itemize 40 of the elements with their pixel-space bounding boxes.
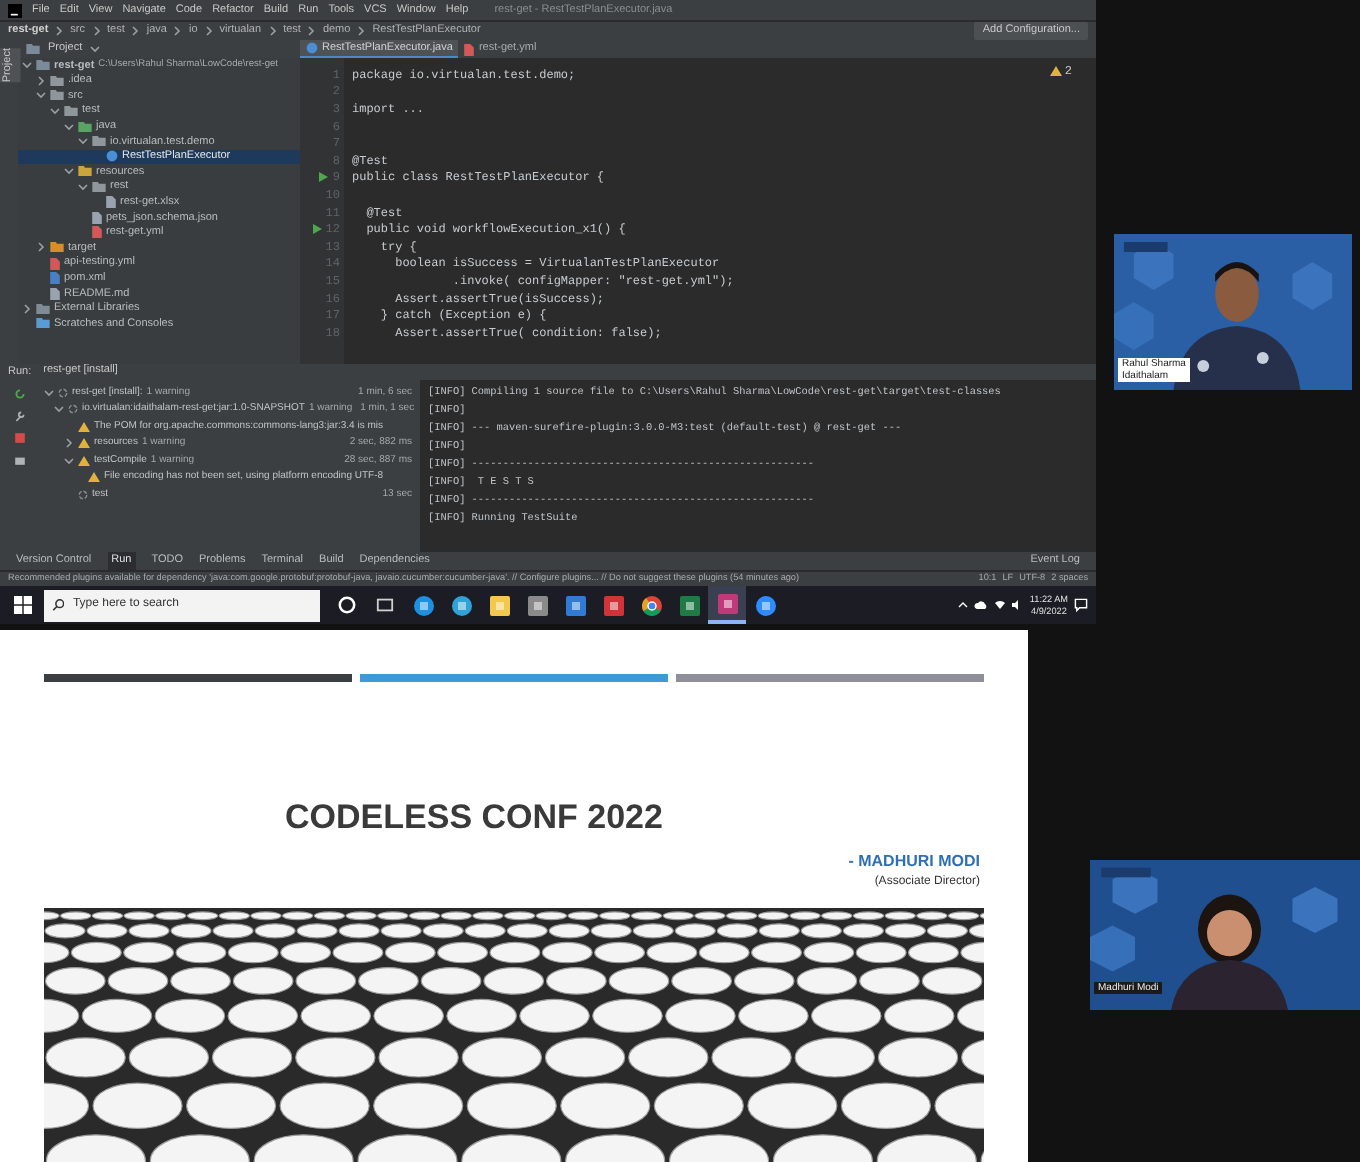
chevron-down-icon[interactable] — [22, 60, 32, 71]
speaker-name: - MADHURI MODI — [848, 850, 980, 874]
stop-icon[interactable] — [14, 432, 26, 444]
speaker-icon[interactable] — [1011, 600, 1024, 610]
separator-icon[interactable] — [306, 26, 317, 36]
wrench-icon[interactable] — [14, 410, 26, 422]
warning-icon — [1050, 66, 1063, 76]
class-icon — [306, 42, 318, 54]
class-icon — [106, 150, 118, 163]
separator-icon[interactable] — [91, 26, 102, 36]
chevron-right-icon[interactable] — [64, 438, 74, 449]
separator-icon[interactable] — [130, 26, 141, 36]
spinner-icon — [78, 489, 88, 500]
rerun-icon[interactable] — [14, 388, 26, 400]
notification-icon[interactable] — [1074, 598, 1088, 612]
cloud-icon[interactable] — [973, 600, 988, 610]
windows-logo-icon[interactable] — [13, 596, 31, 614]
separator-icon[interactable] — [356, 26, 367, 36]
camera-icon[interactable] — [14, 454, 26, 466]
wifi-icon[interactable] — [993, 600, 1006, 610]
separator-icon[interactable] — [267, 26, 278, 36]
chevron-right-icon[interactable] — [36, 242, 46, 253]
chevron-right-icon[interactable] — [22, 303, 32, 314]
run-icon[interactable] — [318, 172, 329, 183]
task-view-icon[interactable] — [376, 596, 394, 614]
run-icon[interactable] — [311, 224, 322, 235]
separator-icon[interactable] — [203, 26, 214, 36]
separator-icon[interactable] — [172, 26, 183, 36]
chevron-right-icon[interactable] — [36, 75, 46, 86]
search-icon — [52, 598, 65, 612]
circle-icon[interactable] — [338, 596, 356, 614]
folder-icon — [50, 242, 64, 253]
caret-up-icon[interactable] — [957, 600, 968, 610]
app-logo-icon — [8, 3, 22, 17]
app-icon[interactable] — [641, 595, 661, 615]
file-icon — [464, 43, 475, 55]
chevron-down-icon[interactable] — [64, 455, 74, 466]
dropdown-icon[interactable] — [90, 44, 101, 54]
slide-title: CODELESS CONF 2022 — [285, 798, 663, 838]
separator-icon[interactable] — [54, 26, 65, 36]
